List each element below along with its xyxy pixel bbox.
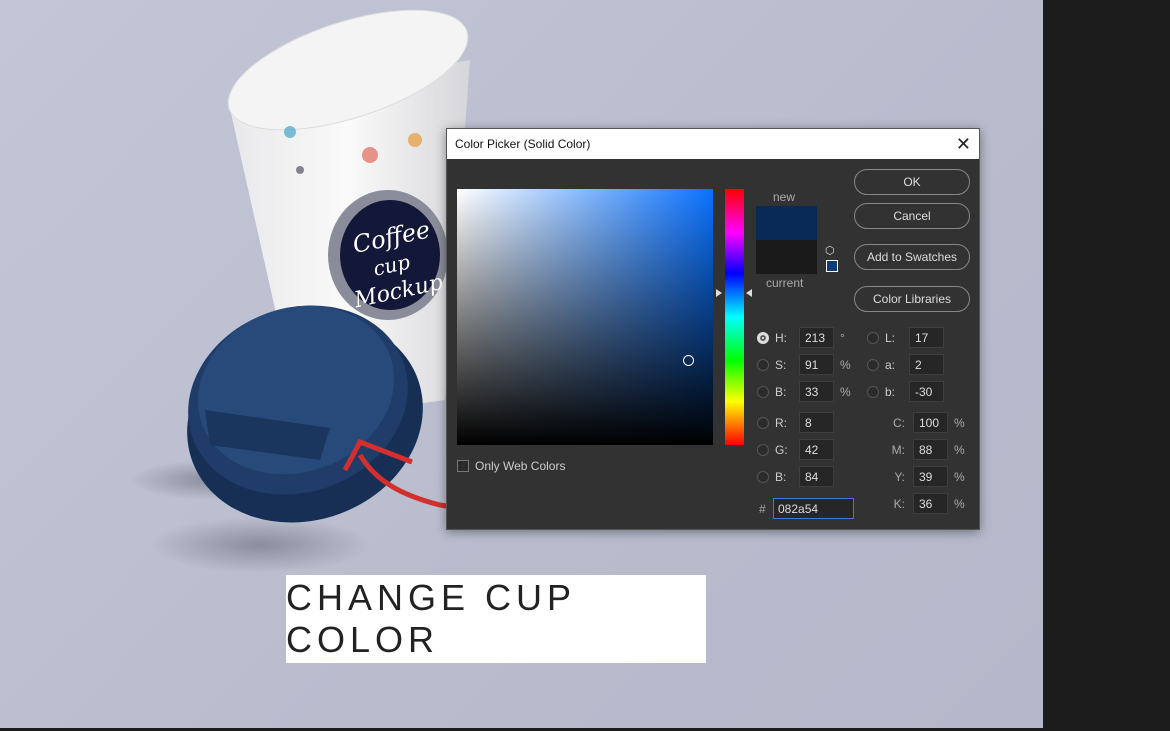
s-unit: % — [840, 357, 851, 372]
caption-label: CHANGE CUP COLOR — [286, 575, 706, 663]
s-row: S: 91% — [757, 354, 852, 375]
checkbox-label: Only Web Colors — [475, 459, 566, 473]
m-input[interactable]: 88 — [913, 439, 948, 460]
k-unit: % — [954, 496, 965, 511]
c-row: C: 100% — [887, 412, 966, 433]
s-input[interactable]: 91 — [799, 354, 834, 375]
s-radio[interactable] — [757, 358, 769, 371]
g-row: G: 42 — [757, 439, 834, 460]
dialog-title: Color Picker (Solid Color) — [455, 137, 591, 151]
y-unit: % — [954, 469, 965, 484]
web-safe-color-swatch[interactable] — [826, 260, 838, 272]
dialog-titlebar[interactable]: Color Picker (Solid Color) ✕ — [447, 129, 979, 159]
hex-hash-label: # — [759, 502, 766, 516]
a-radio[interactable] — [867, 358, 879, 371]
g-radio[interactable] — [757, 443, 769, 456]
brightness-input[interactable]: 33 — [799, 381, 834, 402]
k-label: K: — [893, 496, 905, 511]
h-radio[interactable] — [757, 331, 769, 344]
current-label: current — [766, 276, 804, 290]
c-input[interactable]: 100 — [913, 412, 948, 433]
r-input[interactable]: 8 — [799, 412, 834, 433]
lab-b-row: b: -30 — [867, 381, 944, 402]
hex-input[interactable]: 082a54 — [773, 498, 854, 519]
l-input[interactable]: 17 — [909, 327, 944, 348]
only-web-colors-checkbox[interactable]: Only Web Colors — [457, 459, 565, 473]
blue-row: B: 84 — [757, 466, 834, 487]
h-unit: ° — [840, 330, 845, 345]
m-label: M: — [891, 442, 905, 457]
r-label: R: — [775, 415, 787, 430]
brightness-row: B: 33% — [757, 381, 852, 402]
l-label: L: — [885, 330, 896, 345]
s-label: S: — [775, 357, 787, 372]
k-input[interactable]: 36 — [913, 493, 948, 514]
m-unit: % — [954, 442, 965, 457]
blue-radio[interactable] — [757, 470, 769, 483]
g-label: G: — [775, 442, 788, 457]
hue-slider-handle-right[interactable] — [746, 289, 752, 297]
a-label: a: — [885, 357, 896, 372]
brightness-unit: % — [840, 384, 851, 399]
hue-slider-handle-left[interactable] — [716, 289, 722, 297]
r-row: R: 8 — [757, 412, 834, 433]
current-color-swatch[interactable] — [756, 240, 817, 274]
color-picker-dialog: Color Picker (Solid Color) ✕ Only Web Co… — [446, 128, 980, 530]
h-label: H: — [775, 330, 787, 345]
lab-b-radio[interactable] — [867, 385, 879, 398]
brightness-radio[interactable] — [757, 385, 769, 398]
brightness-label: B: — [775, 384, 787, 399]
r-radio[interactable] — [757, 416, 769, 429]
m-row: M: 88% — [887, 439, 966, 460]
h-input[interactable]: 213 — [799, 327, 834, 348]
blue-input[interactable]: 84 — [799, 466, 834, 487]
lab-b-input[interactable]: -30 — [909, 381, 944, 402]
l-radio[interactable] — [867, 331, 879, 344]
color-field[interactable] — [457, 189, 713, 445]
c-label: C: — [893, 415, 905, 430]
new-label: new — [773, 190, 796, 204]
g-input[interactable]: 42 — [799, 439, 834, 460]
y-row: Y: 39% — [887, 466, 966, 487]
y-label: Y: — [894, 469, 905, 484]
y-input[interactable]: 39 — [913, 466, 948, 487]
a-input[interactable]: 2 — [909, 354, 944, 375]
h-row: H: 213 ° — [757, 327, 852, 348]
cancel-button[interactable]: Cancel — [854, 203, 970, 229]
out-of-gamut-cube-icon[interactable]: ⬡ — [825, 244, 835, 257]
color-picker-circle[interactable] — [683, 355, 694, 366]
a-row: a: 2 — [867, 354, 944, 375]
close-icon[interactable]: ✕ — [956, 134, 971, 155]
hue-slider[interactable] — [725, 189, 744, 445]
blue-label: B: — [775, 469, 787, 484]
c-unit: % — [954, 415, 965, 430]
color-libraries-button[interactable]: Color Libraries — [854, 286, 970, 312]
ok-button[interactable]: OK — [854, 169, 970, 195]
checkbox[interactable] — [457, 460, 469, 472]
add-to-swatches-button[interactable]: Add to Swatches — [854, 244, 970, 270]
l-row: L: 17 — [867, 327, 944, 348]
lab-b-label: b: — [885, 384, 896, 399]
new-color-swatch — [756, 206, 817, 240]
k-row: K: 36% — [887, 493, 966, 514]
